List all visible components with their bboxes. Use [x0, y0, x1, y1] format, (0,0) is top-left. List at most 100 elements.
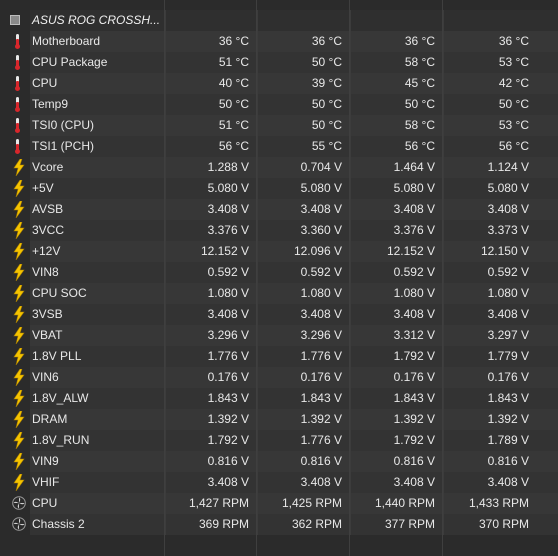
sensor-name: CPU: [30, 493, 165, 514]
sensor-min-value: 39 °C: [257, 73, 350, 94]
sensor-current-value: 3.296 V: [165, 325, 257, 346]
sensor-row[interactable]: 3VCC 3.376 V 3.360 V 3.376 V 3.373 V: [0, 220, 558, 241]
sensor-name: 1.8V PLL: [30, 346, 165, 367]
sensor-row[interactable]: CPU SOC 1.080 V 1.080 V 1.080 V 1.080 V: [0, 283, 558, 304]
sensor-row[interactable]: VBAT 3.296 V 3.296 V 3.312 V 3.297 V: [0, 325, 558, 346]
sensor-name: CPU SOC: [30, 283, 165, 304]
lightning-bolt-icon: [13, 306, 25, 323]
sensor-row[interactable]: 1.8V_RUN 1.792 V 1.776 V 1.792 V 1.789 V: [0, 430, 558, 451]
sensor-name: 3VCC: [30, 220, 165, 241]
thermometer-icon: [15, 97, 20, 112]
sensor-avg-value: 3.408 V: [443, 199, 558, 220]
sensor-row[interactable]: Chassis 2 369 RPM 362 RPM 377 RPM 370 RPM: [0, 514, 558, 535]
sensor-avg-value: 50 °C: [443, 94, 558, 115]
sensor-avg-value: 56 °C: [443, 136, 558, 157]
sensor-name: TSI1 (PCH): [30, 136, 165, 157]
sensor-name: Motherboard: [30, 31, 165, 52]
sensor-icon-cell: [0, 451, 30, 472]
sensor-icon-cell: [0, 367, 30, 388]
sensor-row[interactable]: DRAM 1.392 V 1.392 V 1.392 V 1.392 V: [0, 409, 558, 430]
sensor-icon-cell: [0, 283, 30, 304]
thermometer-icon: [15, 118, 20, 133]
sensor-current-value: 56 °C: [165, 136, 257, 157]
sensor-icon-cell: [0, 157, 30, 178]
sensor-icon-cell: [0, 262, 30, 283]
thermometer-icon: [15, 76, 20, 91]
sensor-min-value: 3.296 V: [257, 325, 350, 346]
sensor-avg-value: 3.408 V: [443, 304, 558, 325]
sensor-avg-value: 1.779 V: [443, 346, 558, 367]
sensor-name: CPU: [30, 73, 165, 94]
sensor-min-value: 3.408 V: [257, 304, 350, 325]
sensor-row[interactable]: Motherboard 36 °C 36 °C 36 °C 36 °C: [0, 31, 558, 52]
sensor-row[interactable]: TSI1 (PCH) 56 °C 55 °C 56 °C 56 °C: [0, 136, 558, 157]
sensor-name: VIN8: [30, 262, 165, 283]
sensor-row[interactable]: 3VSB 3.408 V 3.408 V 3.408 V 3.408 V: [0, 304, 558, 325]
sensor-max-value: 5.080 V: [350, 178, 443, 199]
sensor-name: 1.8V_RUN: [30, 430, 165, 451]
sensor-avg-value: 53 °C: [443, 115, 558, 136]
sensor-icon-cell: [0, 472, 30, 493]
sensor-row[interactable]: VIN6 0.176 V 0.176 V 0.176 V 0.176 V: [0, 367, 558, 388]
lightning-bolt-icon: [13, 327, 25, 344]
sensor-current-value: 12.152 V: [165, 241, 257, 262]
sensor-min-value: 50 °C: [257, 52, 350, 73]
sensor-row[interactable]: VIN9 0.816 V 0.816 V 0.816 V 0.816 V: [0, 451, 558, 472]
sensor-row[interactable]: AVSB 3.408 V 3.408 V 3.408 V 3.408 V: [0, 199, 558, 220]
lightning-bolt-icon: [13, 369, 25, 386]
sensor-row[interactable]: CPU Package 51 °C 50 °C 58 °C 53 °C: [0, 52, 558, 73]
lightning-bolt-icon: [13, 390, 25, 407]
sensor-icon-cell: [0, 241, 30, 262]
sensor-name: VIN6: [30, 367, 165, 388]
sensor-max-value: 1.080 V: [350, 283, 443, 304]
sensor-current-value: 5.080 V: [165, 178, 257, 199]
sensor-current-value: 1.843 V: [165, 388, 257, 409]
sensor-max-value: 0.816 V: [350, 451, 443, 472]
sensor-name: +12V: [30, 241, 165, 262]
lightning-bolt-icon: [13, 474, 25, 491]
sensor-row[interactable]: VIN8 0.592 V 0.592 V 0.592 V 0.592 V: [0, 262, 558, 283]
sensor-min-value: 0.592 V: [257, 262, 350, 283]
lightning-bolt-icon: [13, 411, 25, 428]
sensor-min-value: 50 °C: [257, 115, 350, 136]
sensor-avg-value: 3.297 V: [443, 325, 558, 346]
sensor-row[interactable]: Temp9 50 °C 50 °C 50 °C 50 °C: [0, 94, 558, 115]
sensor-current-value: 0.592 V: [165, 262, 257, 283]
sensor-avg-value: 370 RPM: [443, 514, 558, 535]
sensor-row[interactable]: Vcore 1.288 V 0.704 V 1.464 V 1.124 V: [0, 157, 558, 178]
sensor-row[interactable]: +5V 5.080 V 5.080 V 5.080 V 5.080 V: [0, 178, 558, 199]
sensor-row[interactable]: 1.8V PLL 1.776 V 1.776 V 1.792 V 1.779 V: [0, 346, 558, 367]
column-divider: [164, 0, 165, 556]
sensor-avg-value: 1.789 V: [443, 430, 558, 451]
sensor-row[interactable]: CPU 1,427 RPM 1,425 RPM 1,440 RPM 1,433 RPM: [0, 493, 558, 514]
header-col-2: [257, 10, 350, 31]
sensor-icon-cell: [0, 199, 30, 220]
sensor-icon-cell: [0, 304, 30, 325]
sensor-avg-value: 3.408 V: [443, 472, 558, 493]
sensor-icon-cell: [0, 178, 30, 199]
lightning-bolt-icon: [13, 201, 25, 218]
sensor-max-value: 377 RPM: [350, 514, 443, 535]
sensor-avg-value: 0.816 V: [443, 451, 558, 472]
sensor-row[interactable]: VHIF 3.408 V 3.408 V 3.408 V 3.408 V: [0, 472, 558, 493]
sensor-row[interactable]: CPU 40 °C 39 °C 45 °C 42 °C: [0, 73, 558, 94]
sensor-icon-cell: [0, 325, 30, 346]
sensor-table: ASUS ROG CROSSH... Motherboard 36 °C 36 °C…: [0, 0, 558, 556]
sensor-current-value: 1.080 V: [165, 283, 257, 304]
lightning-bolt-icon: [13, 264, 25, 281]
sensor-name: Chassis 2: [30, 514, 165, 535]
sensor-max-value: 45 °C: [350, 73, 443, 94]
sensor-avg-value: 0.592 V: [443, 262, 558, 283]
sensor-max-value: 56 °C: [350, 136, 443, 157]
sensor-row[interactable]: 1.8V_ALW 1.843 V 1.843 V 1.843 V 1.843 V: [0, 388, 558, 409]
sensor-icon-cell: [0, 220, 30, 241]
sensor-row[interactable]: +12V 12.152 V 12.096 V 12.152 V 12.150 V: [0, 241, 558, 262]
sensor-name: VBAT: [30, 325, 165, 346]
sensor-max-value: 1.792 V: [350, 430, 443, 451]
sensor-row[interactable]: TSI0 (CPU) 51 °C 50 °C 58 °C 53 °C: [0, 115, 558, 136]
sensor-max-value: 0.176 V: [350, 367, 443, 388]
sensor-group-header[interactable]: ASUS ROG CROSSH...: [0, 10, 558, 31]
sensor-max-value: 3.312 V: [350, 325, 443, 346]
sensor-min-value: 1.843 V: [257, 388, 350, 409]
sensor-avg-value: 3.373 V: [443, 220, 558, 241]
